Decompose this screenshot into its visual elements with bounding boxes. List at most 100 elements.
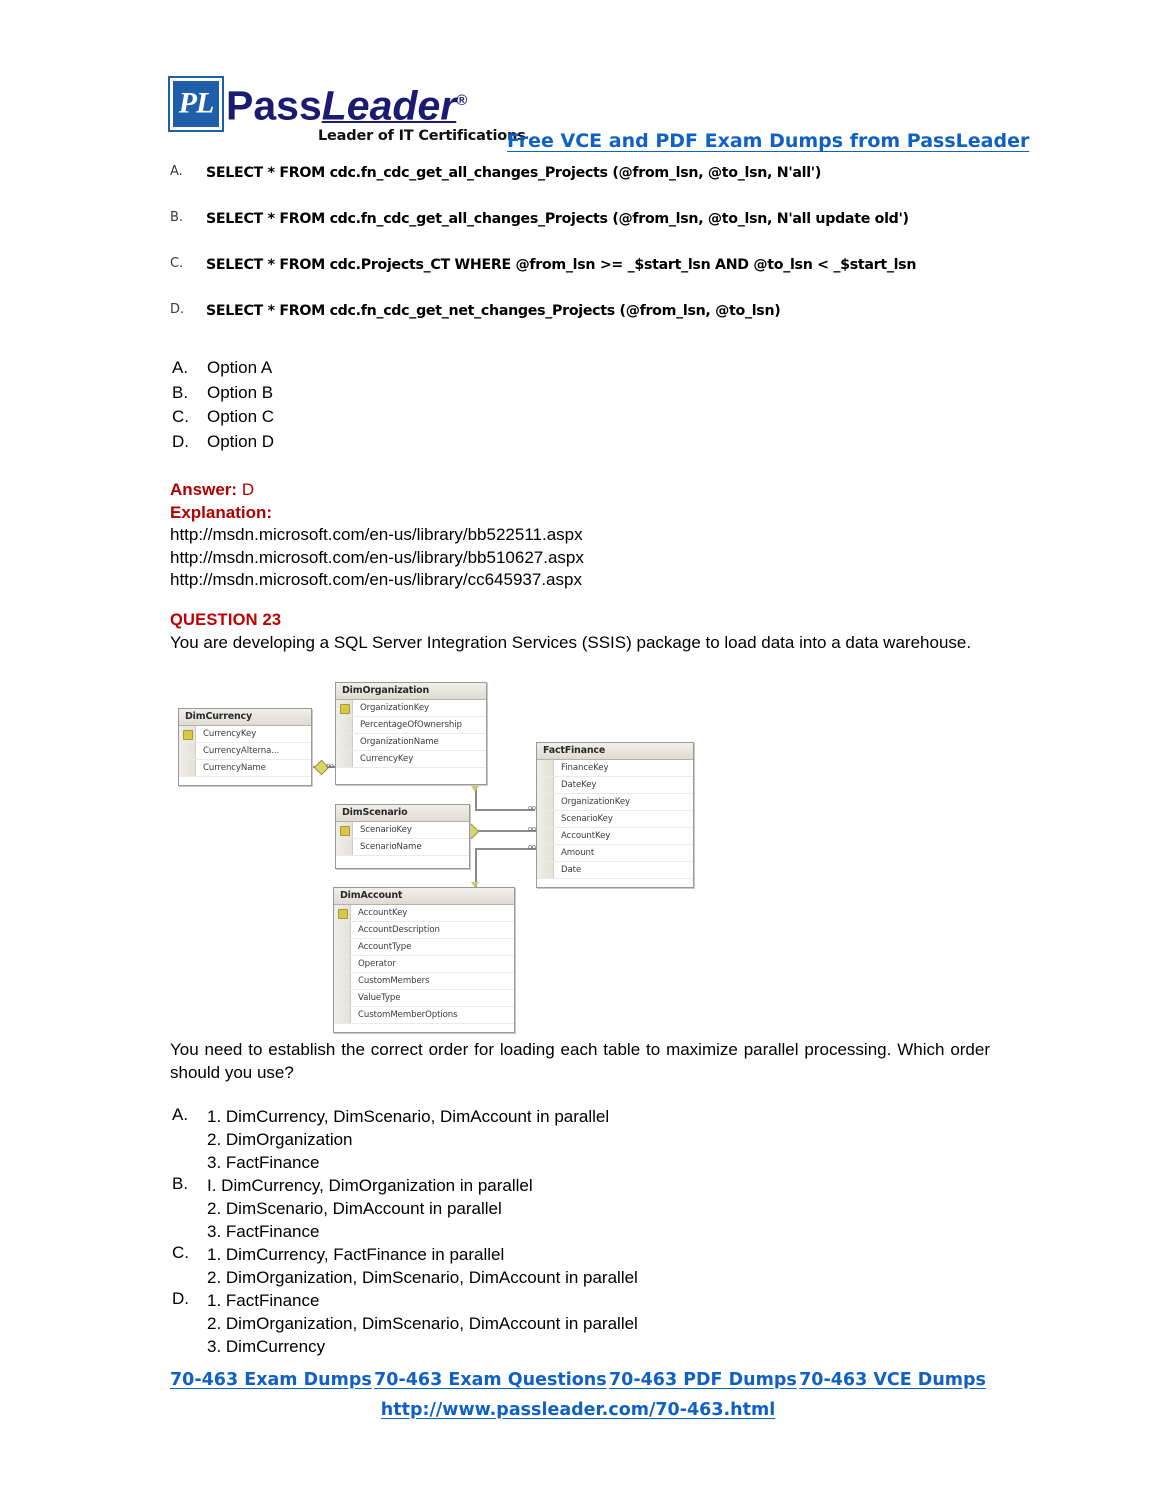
pl-logo-text: PL xyxy=(178,86,215,120)
answer-option-letter: D. xyxy=(172,431,189,451)
er-row-gutter xyxy=(537,845,554,861)
sql-option-letter: B. xyxy=(170,210,184,225)
er-row-gutter xyxy=(179,760,196,776)
relation-cardinality-label: oo xyxy=(528,825,536,833)
answer-label: Answer: xyxy=(170,480,238,499)
sql-option-letter: C. xyxy=(170,256,184,271)
brand-name-leader: Leader xyxy=(321,82,457,129)
primary-key-icon xyxy=(338,909,348,919)
primary-key-icon xyxy=(340,704,350,714)
er-field-name: AccountType xyxy=(358,942,412,952)
er-row-gutter xyxy=(537,862,554,878)
footer-link-exam-questions[interactable]: 70-463 Exam Questions xyxy=(374,1370,607,1390)
er-field-name: AccountDescription xyxy=(358,925,440,935)
er-field-name: FinanceKey xyxy=(561,763,609,773)
er-field-name: DateKey xyxy=(561,780,597,790)
er-row-gutter xyxy=(537,811,554,827)
er-field-row: Date xyxy=(537,862,693,879)
relation-cardinality-label: oo xyxy=(528,804,536,812)
er-field-row: ScenarioKey xyxy=(336,822,469,839)
er-table-title: DimCurrency xyxy=(179,709,311,726)
choice-a[interactable]: A. 1. DimCurrency, DimScenario, DimAccou… xyxy=(172,1105,992,1174)
footer-site-url[interactable]: http://www.passleader.com/70-463.html xyxy=(381,1400,775,1420)
er-field-name: OrganizationKey xyxy=(561,797,631,807)
er-field-row: AccountType xyxy=(334,939,514,956)
er-table-dimorganization[interactable]: DimOrganization OrganizationKey Percenta… xyxy=(335,682,487,785)
reference-url: http://msdn.microsoft.com/en-us/library/… xyxy=(170,525,583,544)
brand-wordmark: PassLeader® xyxy=(226,78,467,129)
er-field-name: ScenarioKey xyxy=(561,814,613,824)
er-field-row: ScenarioName xyxy=(336,839,469,856)
document-page: PL PassLeader® Leader of IT Certificatio… xyxy=(0,0,1156,1496)
brand-name-pass: Pass xyxy=(226,82,322,129)
er-row-gutter xyxy=(336,751,353,767)
choice-b[interactable]: B. I. DimCurrency, DimOrganization in pa… xyxy=(172,1174,992,1243)
answer-option-row: D. Option D xyxy=(172,432,572,457)
er-field-list: AccountKey AccountDescription AccountTyp… xyxy=(334,905,514,1024)
sql-option-code: SELECT * FROM cdc.Projects_CT WHERE @fro… xyxy=(206,257,917,273)
answer-options-list: A. Option A B. Option B C. Option C D. O… xyxy=(172,358,572,456)
sql-option-code: SELECT * FROM cdc.fn_cdc_get_net_changes… xyxy=(206,303,781,319)
sql-option-code: SELECT * FROM cdc.fn_cdc_get_all_changes… xyxy=(206,165,822,181)
choice-lines: 1. DimCurrency, FactFinance in parallel … xyxy=(207,1243,992,1289)
er-table-dimcurrency[interactable]: DimCurrency CurrencyKey CurrencyAlterna.… xyxy=(178,708,312,786)
er-field-row: OrganizationKey xyxy=(336,700,486,717)
footer-link-exam-dumps[interactable]: 70-463 Exam Dumps xyxy=(170,1370,372,1390)
er-field-name: Operator xyxy=(358,959,396,969)
er-row-gutter xyxy=(537,777,554,793)
er-field-list: OrganizationKey PercentageOfOwnership Or… xyxy=(336,700,486,768)
er-table-pad xyxy=(336,856,469,865)
er-field-name: AccountKey xyxy=(358,908,408,918)
footer-links: 70-463 Exam Dumps 70-463 Exam Questions … xyxy=(170,1370,986,1390)
answer-option-row: B. Option B xyxy=(172,383,572,408)
choice-line: 2. DimScenario, DimAccount in parallel xyxy=(207,1199,502,1218)
answer-option-text: Option B xyxy=(207,382,274,402)
er-table-dimaccount[interactable]: DimAccount AccountKey AccountDescription… xyxy=(333,887,515,1033)
choice-lines: 1. FactFinance 2. DimOrganization, DimSc… xyxy=(207,1289,992,1358)
er-row-gutter xyxy=(336,839,353,855)
er-field-row: CurrencyName xyxy=(179,760,311,777)
choice-lines: I. DimCurrency, DimOrganization in paral… xyxy=(207,1174,992,1243)
er-table-factfinance[interactable]: FactFinance FinanceKey DateKey Organizat… xyxy=(536,742,694,888)
registered-mark: ® xyxy=(456,92,468,109)
answer-option-text: Option A xyxy=(207,358,273,377)
choice-d[interactable]: D. 1. FactFinance 2. DimOrganization, Di… xyxy=(172,1289,992,1358)
sql-option-row: B. SELECT * FROM cdc.fn_cdc_get_all_chan… xyxy=(170,208,1130,254)
relation-cardinality-label: oo xyxy=(528,843,536,851)
footer-link-pdf-dumps[interactable]: 70-463 PDF Dumps xyxy=(609,1370,797,1390)
answer-option-text: Option C xyxy=(207,407,275,426)
sql-option-row: C. SELECT * FROM cdc.Projects_CT WHERE @… xyxy=(170,254,1130,300)
er-row-gutter xyxy=(334,1007,351,1023)
relation-line-scenario-fact xyxy=(470,830,536,832)
relation-cardinality-label: oo xyxy=(326,762,334,770)
relation-line-organization-fact-h xyxy=(475,809,535,811)
er-row-gutter xyxy=(334,905,351,921)
er-row-gutter xyxy=(334,939,351,955)
er-field-row: ScenarioKey xyxy=(537,811,693,828)
choice-lines: 1. DimCurrency, DimScenario, DimAccount … xyxy=(207,1105,992,1174)
er-field-row: Operator xyxy=(334,956,514,973)
sql-option-code: SELECT * FROM cdc.fn_cdc_get_all_changes… xyxy=(206,211,909,227)
choice-c[interactable]: C. 1. DimCurrency, FactFinance in parall… xyxy=(172,1243,992,1289)
question-heading: QUESTION 23 xyxy=(170,611,282,629)
answer-option-row: C. Option C xyxy=(172,407,572,432)
er-row-gutter xyxy=(336,717,353,733)
er-row-gutter xyxy=(336,822,353,838)
er-table-dimscenario[interactable]: DimScenario ScenarioKey ScenarioName xyxy=(335,804,470,869)
er-field-name: PercentageOfOwnership xyxy=(360,720,462,730)
er-field-row: CurrencyKey xyxy=(179,726,311,743)
er-row-gutter xyxy=(334,922,351,938)
er-field-name: OrganizationName xyxy=(360,737,439,747)
er-row-gutter xyxy=(179,743,196,759)
er-row-gutter xyxy=(179,726,196,742)
er-field-name: Amount xyxy=(561,848,595,858)
er-field-list: FinanceKey DateKey OrganizationKey Scena… xyxy=(537,760,693,879)
explanation-label: Explanation: xyxy=(170,502,273,522)
header-promo-link[interactable]: Free VCE and PDF Exam Dumps from PassLea… xyxy=(507,130,1029,152)
answer-option-letter: C. xyxy=(172,407,189,426)
er-field-row: DateKey xyxy=(537,777,693,794)
er-field-row: CustomMembers xyxy=(334,973,514,990)
footer-link-vce-dumps[interactable]: 70-463 VCE Dumps xyxy=(799,1370,986,1390)
er-row-gutter xyxy=(537,760,554,776)
choice-line: 1. FactFinance xyxy=(207,1291,320,1310)
